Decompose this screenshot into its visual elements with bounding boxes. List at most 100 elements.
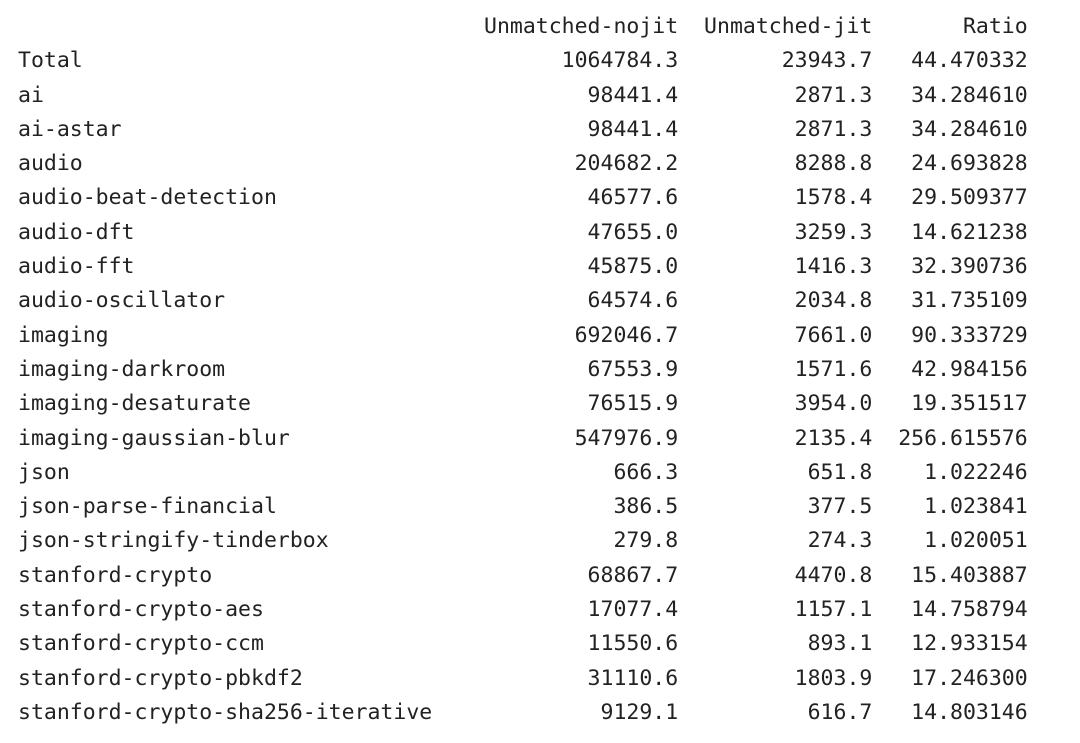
table-row: json-stringify-tinderbox 279.8 274.3 1.0… xyxy=(18,524,1062,558)
cell-name: ai xyxy=(18,83,458,108)
cell-name: audio-dft xyxy=(18,220,458,245)
table-row: stanford-crypto-ccm 11550.6 893.1 12.933… xyxy=(18,627,1062,661)
cell-name: imaging-desaturate xyxy=(18,391,458,416)
cell-ratio: 19.351517 xyxy=(872,391,1027,416)
table-row: audio 204682.2 8288.8 24.693828 xyxy=(18,147,1062,181)
cell-ratio: 15.403887 xyxy=(872,563,1027,588)
cell-name: imaging-darkroom xyxy=(18,357,458,382)
cell-unmatched-nojit: 11550.6 xyxy=(458,631,678,656)
table-row: imaging-gaussian-blur 547976.9 2135.4 25… xyxy=(18,422,1062,456)
cell-unmatched-jit: 2871.3 xyxy=(678,117,872,142)
cell-unmatched-nojit: 17077.4 xyxy=(458,597,678,622)
table-row: json-parse-financial 386.5 377.5 1.02384… xyxy=(18,490,1062,524)
table-row: audio-oscillator 64574.6 2034.8 31.73510… xyxy=(18,284,1062,318)
cell-unmatched-jit: 377.5 xyxy=(678,494,872,519)
cell-unmatched-jit: 23943.7 xyxy=(678,48,872,73)
table-header-row: Unmatched-nojit Unmatched-jit Ratio xyxy=(18,10,1062,44)
benchmark-table: Unmatched-nojit Unmatched-jit RatioTotal… xyxy=(0,0,1080,743)
table-row: stanford-crypto-aes 17077.4 1157.1 14.75… xyxy=(18,593,1062,627)
cell-unmatched-nojit: 279.8 xyxy=(458,528,678,553)
cell-name: stanford-crypto-sha256-iterative xyxy=(18,700,458,725)
table-row: imaging-desaturate 76515.9 3954.0 19.351… xyxy=(18,387,1062,421)
cell-name: json-parse-financial xyxy=(18,494,458,519)
cell-unmatched-jit: 1578.4 xyxy=(678,185,872,210)
cell-name: stanford-crypto xyxy=(18,563,458,588)
table-row: stanford-crypto-pbkdf2 31110.6 1803.9 17… xyxy=(18,662,1062,696)
cell-ratio: 14.621238 xyxy=(872,220,1027,245)
cell-unmatched-nojit: 31110.6 xyxy=(458,666,678,691)
cell-ratio: 44.470332 xyxy=(872,48,1027,73)
cell-ratio: 42.984156 xyxy=(872,357,1027,382)
table-row: stanford-crypto 68867.7 4470.8 15.403887 xyxy=(18,559,1062,593)
cell-ratio: 31.735109 xyxy=(872,288,1027,313)
cell-unmatched-nojit: 692046.7 xyxy=(458,323,678,348)
cell-unmatched-nojit: 98441.4 xyxy=(458,117,678,142)
cell-name: audio-fft xyxy=(18,254,458,279)
cell-unmatched-jit: 1803.9 xyxy=(678,666,872,691)
cell-name: ai-astar xyxy=(18,117,458,142)
col-header-ratio: Ratio xyxy=(872,14,1027,39)
cell-unmatched-nojit: 46577.6 xyxy=(458,185,678,210)
cell-unmatched-nojit: 64574.6 xyxy=(458,288,678,313)
cell-name: audio-oscillator xyxy=(18,288,458,313)
cell-unmatched-jit: 2135.4 xyxy=(678,426,872,451)
cell-unmatched-nojit: 9129.1 xyxy=(458,700,678,725)
cell-name: audio xyxy=(18,151,458,176)
col-header-unmatched-jit: Unmatched-jit xyxy=(678,14,872,39)
cell-ratio: 90.333729 xyxy=(872,323,1027,348)
cell-unmatched-nojit: 98441.4 xyxy=(458,83,678,108)
table-row: ai 98441.4 2871.3 34.284610 xyxy=(18,79,1062,113)
cell-ratio: 14.803146 xyxy=(872,700,1027,725)
cell-unmatched-jit: 893.1 xyxy=(678,631,872,656)
cell-ratio: 29.509377 xyxy=(872,185,1027,210)
cell-unmatched-jit: 4470.8 xyxy=(678,563,872,588)
cell-name: stanford-crypto-pbkdf2 xyxy=(18,666,458,691)
cell-unmatched-nojit: 68867.7 xyxy=(458,563,678,588)
cell-unmatched-nojit: 45875.0 xyxy=(458,254,678,279)
table-row: imaging 692046.7 7661.0 90.333729 xyxy=(18,319,1062,353)
cell-unmatched-nojit: 67553.9 xyxy=(458,357,678,382)
table-row: audio-beat-detection 46577.6 1578.4 29.5… xyxy=(18,181,1062,215)
table-row: Total 1064784.3 23943.7 44.470332 xyxy=(18,44,1062,78)
cell-ratio: 1.020051 xyxy=(872,528,1027,553)
cell-name: json xyxy=(18,460,458,485)
cell-ratio: 14.758794 xyxy=(872,597,1027,622)
cell-unmatched-nojit: 547976.9 xyxy=(458,426,678,451)
cell-unmatched-jit: 1416.3 xyxy=(678,254,872,279)
cell-name: imaging xyxy=(18,323,458,348)
cell-ratio: 1.022246 xyxy=(872,460,1027,485)
cell-unmatched-jit: 651.8 xyxy=(678,460,872,485)
table-row: audio-fft 45875.0 1416.3 32.390736 xyxy=(18,250,1062,284)
cell-unmatched-jit: 8288.8 xyxy=(678,151,872,176)
cell-unmatched-nojit: 386.5 xyxy=(458,494,678,519)
cell-unmatched-nojit: 1064784.3 xyxy=(458,48,678,73)
cell-name: audio-beat-detection xyxy=(18,185,458,210)
cell-unmatched-jit: 1157.1 xyxy=(678,597,872,622)
cell-name: Total xyxy=(18,48,458,73)
cell-unmatched-jit: 3259.3 xyxy=(678,220,872,245)
cell-name: stanford-crypto-aes xyxy=(18,597,458,622)
cell-unmatched-jit: 1571.6 xyxy=(678,357,872,382)
cell-name: json-stringify-tinderbox xyxy=(18,528,458,553)
cell-ratio: 1.023841 xyxy=(872,494,1027,519)
cell-unmatched-nojit: 666.3 xyxy=(458,460,678,485)
col-header-name xyxy=(18,14,458,39)
cell-unmatched-nojit: 76515.9 xyxy=(458,391,678,416)
col-header-unmatched-nojit: Unmatched-nojit xyxy=(458,14,678,39)
table-row: stanford-crypto-sha256-iterative 9129.1 … xyxy=(18,696,1062,730)
cell-ratio: 256.615576 xyxy=(872,426,1027,451)
cell-unmatched-jit: 616.7 xyxy=(678,700,872,725)
cell-unmatched-jit: 274.3 xyxy=(678,528,872,553)
cell-ratio: 34.284610 xyxy=(872,83,1027,108)
cell-unmatched-nojit: 47655.0 xyxy=(458,220,678,245)
table-row: audio-dft 47655.0 3259.3 14.621238 xyxy=(18,216,1062,250)
table-row: json 666.3 651.8 1.022246 xyxy=(18,456,1062,490)
cell-unmatched-jit: 2871.3 xyxy=(678,83,872,108)
cell-ratio: 24.693828 xyxy=(872,151,1027,176)
cell-ratio: 34.284610 xyxy=(872,117,1027,142)
cell-ratio: 12.933154 xyxy=(872,631,1027,656)
table-row: imaging-darkroom 67553.9 1571.6 42.98415… xyxy=(18,353,1062,387)
cell-ratio: 17.246300 xyxy=(872,666,1027,691)
cell-unmatched-nojit: 204682.2 xyxy=(458,151,678,176)
cell-name: stanford-crypto-ccm xyxy=(18,631,458,656)
